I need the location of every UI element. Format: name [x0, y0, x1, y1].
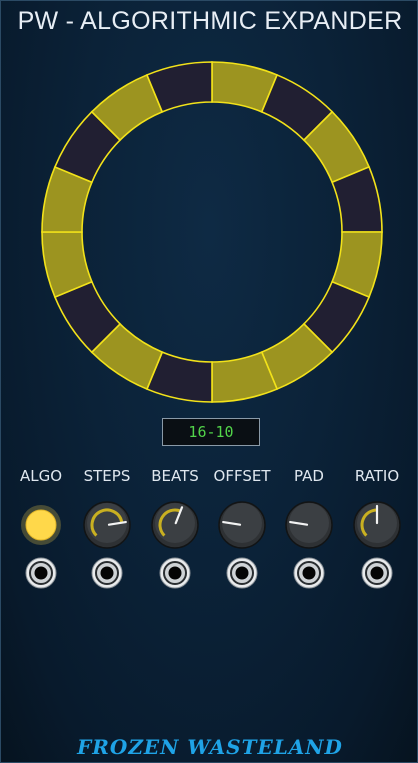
algo-button[interactable]: [15, 499, 67, 551]
beats-knob[interactable]: [149, 499, 201, 551]
offset-cv-jack[interactable]: [225, 556, 259, 590]
ratio-knob[interactable]: [351, 499, 403, 551]
pad-cv-jack[interactable]: [292, 556, 326, 590]
brand-logo: FROZEN WASTELAND: [77, 735, 343, 759]
expander-panel: PW - ALGORITHMIC EXPANDER 16-10 ALGO STEP…: [0, 0, 418, 763]
pad-knob[interactable]: [283, 499, 335, 551]
steps-knob[interactable]: [81, 499, 133, 551]
pattern-display: 16-10: [162, 418, 260, 446]
sequence-ring: [41, 61, 383, 403]
beats-cv-jack[interactable]: [158, 556, 192, 590]
steps-cv-jack[interactable]: [90, 556, 124, 590]
algo-cv-jack[interactable]: [24, 556, 58, 590]
offset-knob[interactable]: [216, 499, 268, 551]
label-ratio: RATIO: [354, 467, 400, 485]
ratio-cv-jack[interactable]: [360, 556, 394, 590]
